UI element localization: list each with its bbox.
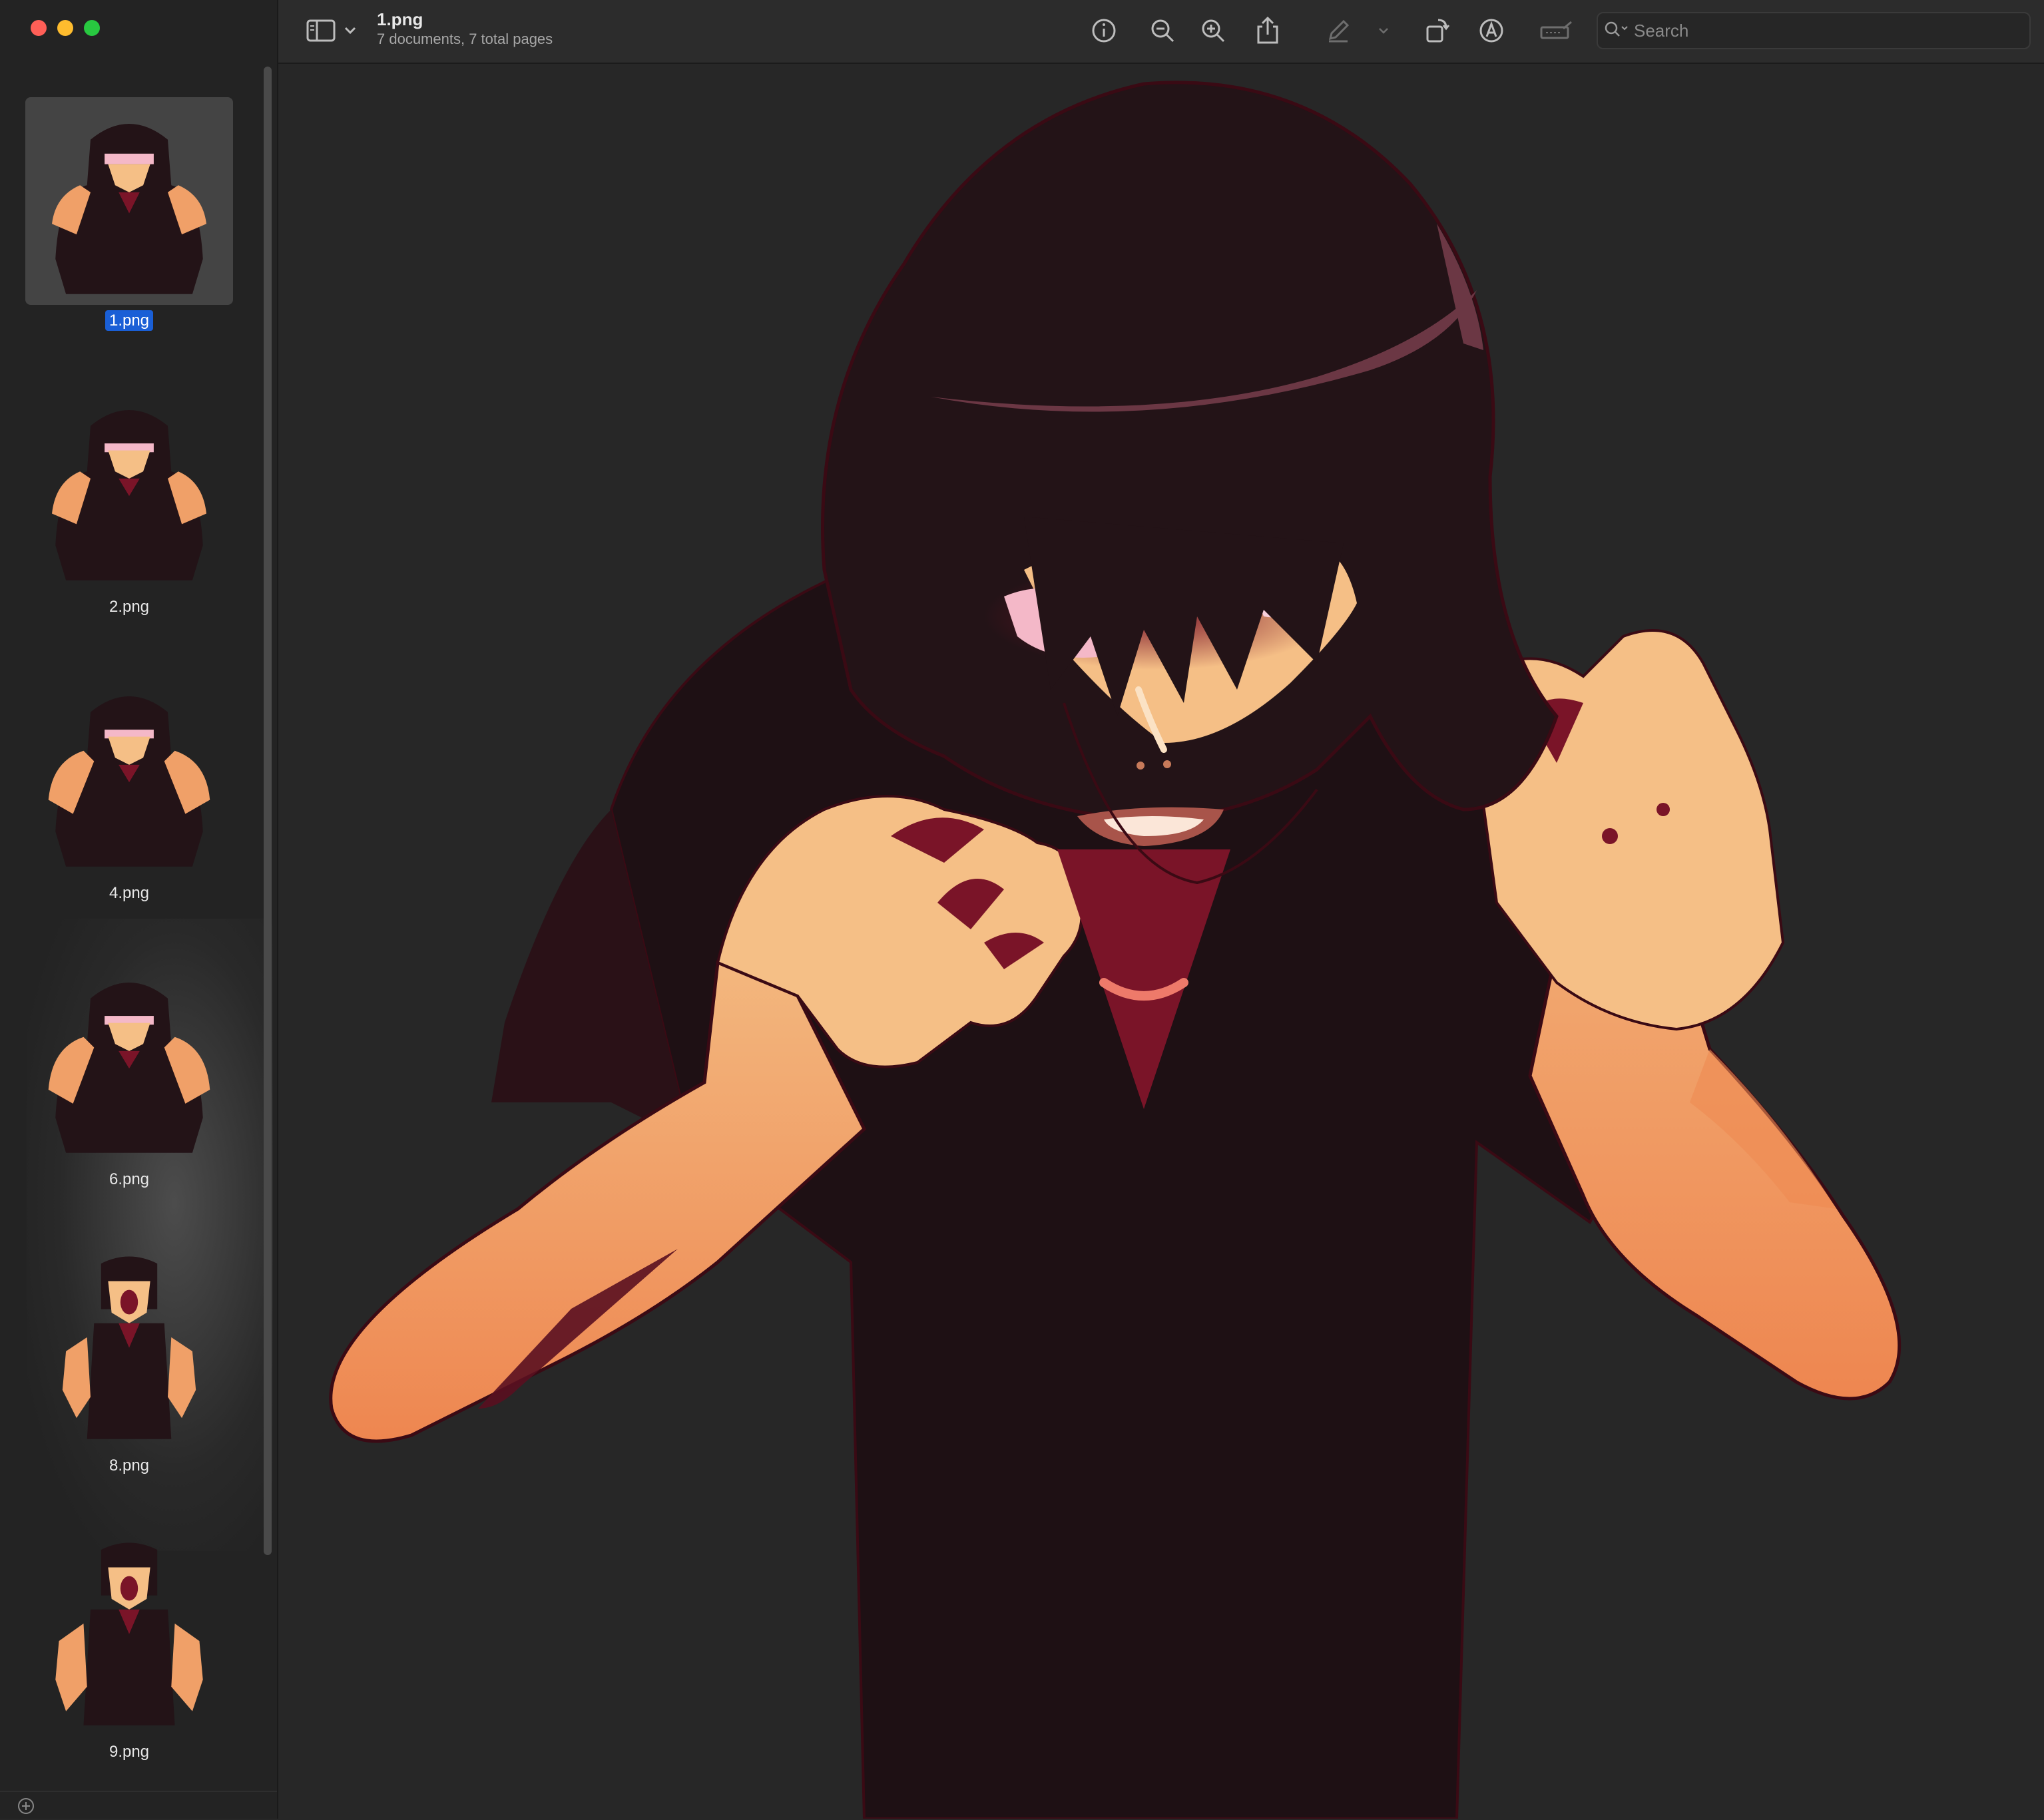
sidebar: 1.png 2.png 4.png 6.png 8.png 9.png — [0, 0, 278, 1819]
thumbnail-label: 1.png — [25, 310, 233, 331]
info-icon[interactable] — [1087, 13, 1121, 48]
thumbnail-label: 9.png — [25, 1743, 233, 1761]
thumbnail-label-text: 2.png — [109, 598, 150, 616]
thumbnail-item[interactable]: 2.png — [25, 383, 233, 616]
thumbnail-art — [55, 1542, 203, 1725]
thumbnail-label: 4.png — [25, 884, 233, 903]
thumbnail-item[interactable]: 8.png — [25, 1242, 233, 1475]
search-field[interactable] — [1597, 12, 2031, 49]
redact-icon[interactable] — [1535, 13, 1578, 48]
thumbnail-image[interactable] — [25, 383, 233, 591]
thumbnail-art — [48, 696, 210, 867]
sidebar-footer — [0, 1791, 277, 1820]
thumbnail-image[interactable] — [25, 670, 233, 877]
thumbnail-label-text: 1.png — [105, 310, 154, 331]
thumbnail-item[interactable]: 9.png — [25, 1528, 233, 1761]
add-page-icon[interactable] — [17, 1797, 35, 1815]
search-icon — [1605, 21, 1628, 37]
thumbnail-item[interactable]: 6.png — [25, 956, 233, 1189]
thumbnail-label-text: 4.png — [109, 884, 150, 902]
thumbnail-art — [52, 124, 206, 294]
thumbnail-label-text: 6.png — [109, 1170, 150, 1188]
markup-icon[interactable] — [1474, 13, 1509, 48]
thumbnail-image[interactable] — [25, 956, 233, 1164]
main-illustration — [329, 81, 1902, 1819]
thumbnail-label: 2.png — [25, 598, 233, 616]
thumbnail-image[interactable] — [25, 1528, 233, 1736]
thumbnail-art — [62, 1256, 196, 1439]
image-canvas[interactable] — [278, 64, 2044, 1819]
thumbnail-label: 8.png — [25, 1457, 233, 1475]
thumbnail-label: 6.png — [25, 1170, 233, 1189]
document-title: 1.png — [377, 9, 423, 29]
search-input[interactable] — [1633, 19, 2021, 43]
thumbnail-item[interactable]: 4.png — [25, 670, 233, 903]
thumbnail-image[interactable] — [25, 97, 233, 305]
zoom-window-button[interactable] — [84, 20, 100, 36]
thumbnail-image[interactable] — [25, 1242, 233, 1450]
chevron-down-icon[interactable] — [334, 13, 366, 48]
rotate-icon[interactable] — [1419, 13, 1454, 48]
share-icon[interactable] — [1250, 13, 1285, 48]
thumbnail-item[interactable]: 1.png — [25, 97, 233, 331]
highlight-pen-icon[interactable] — [1321, 13, 1356, 48]
thumbnail-label-text: 9.png — [109, 1743, 150, 1761]
sidebar-toggle-icon[interactable] — [304, 13, 338, 48]
minimize-window-button[interactable] — [57, 20, 73, 36]
document-subtitle: 7 documents, 7 total pages — [377, 31, 553, 47]
zoom-in-icon[interactable] — [1196, 13, 1230, 48]
zoom-out-icon[interactable] — [1145, 13, 1180, 48]
thumbnail-label-text: 8.png — [109, 1457, 150, 1475]
close-window-button[interactable] — [31, 20, 47, 36]
sidebar-scrollbar[interactable] — [264, 67, 272, 1555]
thumbnail-art — [52, 410, 206, 580]
thumbnail-art — [48, 983, 210, 1153]
highlight-options-chevron-icon[interactable] — [1368, 13, 1400, 48]
